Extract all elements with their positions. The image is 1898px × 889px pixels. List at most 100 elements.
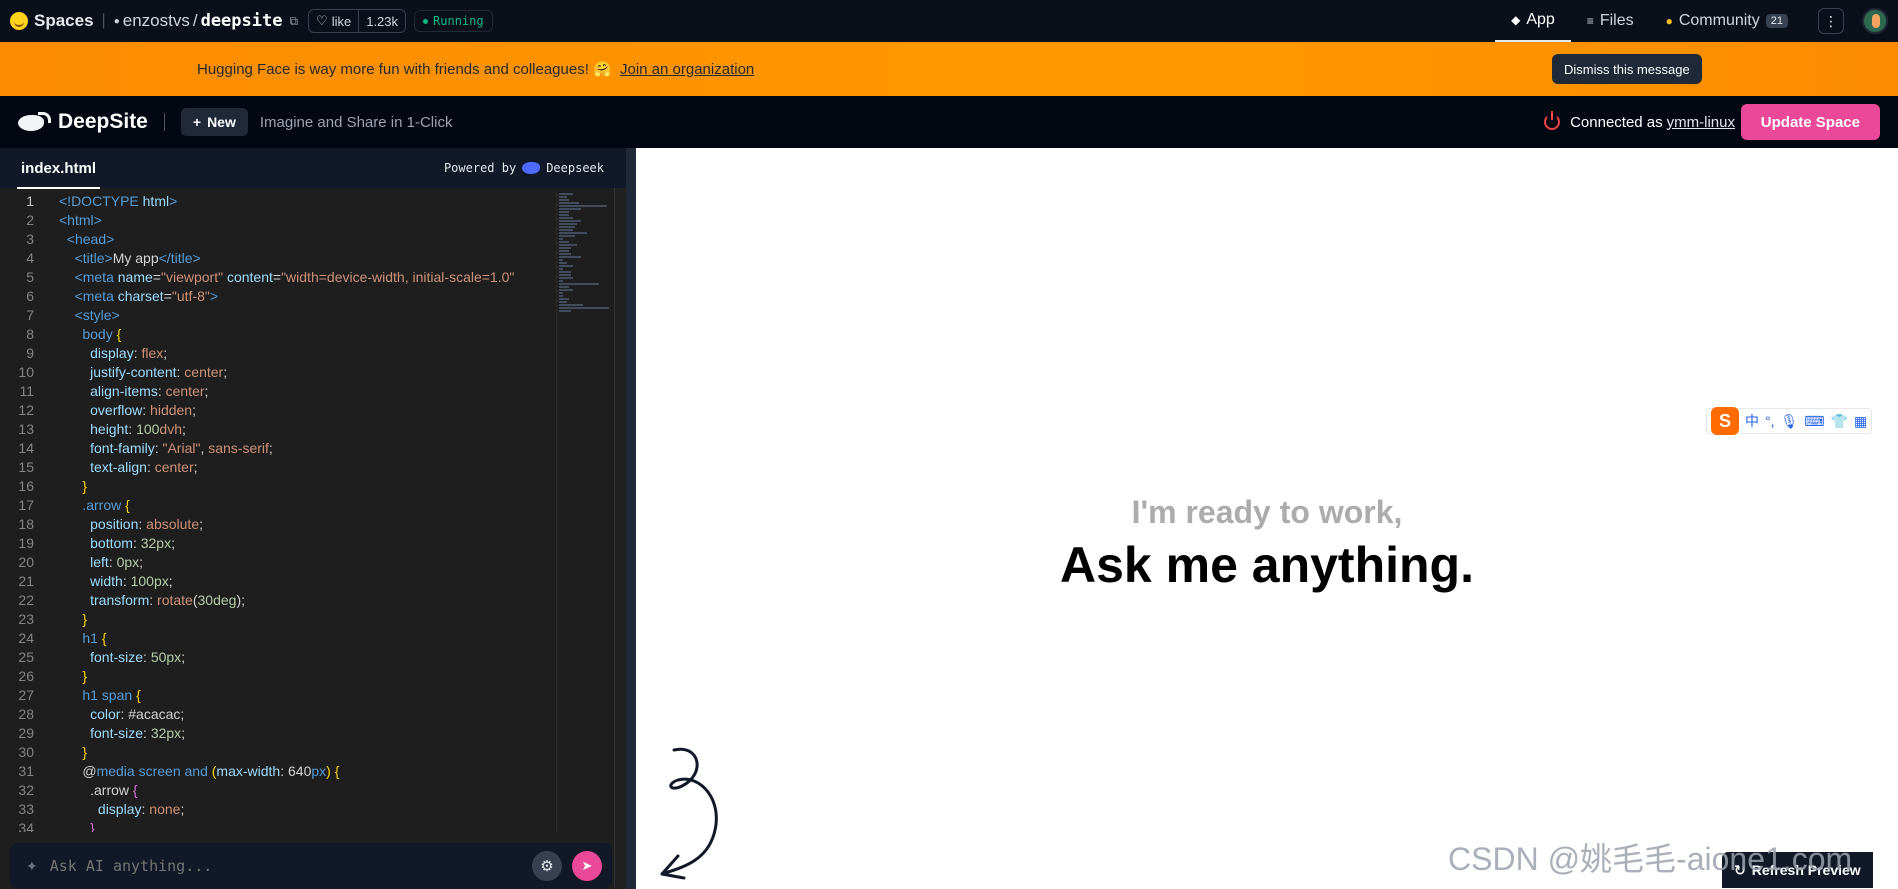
deepsite-logo[interactable]: DeepSite bbox=[16, 110, 148, 134]
editor-scrollbar[interactable] bbox=[614, 188, 626, 889]
keyboard-icon[interactable]: ⌨ bbox=[1804, 413, 1824, 430]
code-minimap[interactable] bbox=[556, 192, 612, 832]
line-number: 12 bbox=[18, 402, 34, 418]
repo-owner[interactable]: enzostvs bbox=[123, 11, 190, 31]
ime-toolbar[interactable]: S 中 °, 🎙 ⌨ 👕 ▦ bbox=[1706, 407, 1873, 435]
line-number: 22 bbox=[18, 592, 34, 608]
powered-by-label: Powered by bbox=[443, 161, 517, 175]
editor-tab-bar: index.html Powered by Deepseek bbox=[0, 148, 626, 189]
line-number: 5 bbox=[26, 269, 34, 285]
status-label: Running bbox=[433, 14, 484, 28]
username-link[interactable]: ymm-linux bbox=[1667, 114, 1735, 131]
path-separator: / bbox=[192, 11, 198, 30]
community-count-badge: 21 bbox=[1765, 14, 1788, 28]
tab-files[interactable]: ≡ Files bbox=[1571, 0, 1650, 42]
line-number: 19 bbox=[18, 535, 34, 551]
plus-icon: + bbox=[192, 114, 202, 130]
line-number: 21 bbox=[18, 573, 34, 589]
line-number: 3 bbox=[26, 231, 34, 247]
banner-message: Hugging Face is way more fun with friend… bbox=[197, 61, 612, 78]
like-button[interactable]: ♡ like 1.23k bbox=[308, 9, 407, 33]
tab-community[interactable]: ● Community 21 bbox=[1650, 0, 1804, 42]
copy-icon[interactable]: ⧉ bbox=[289, 14, 298, 29]
owner-avatar-icon: ● bbox=[113, 15, 120, 27]
ask-ai-bar: ✦ ⚙ ➤ bbox=[10, 843, 612, 889]
new-label: New bbox=[207, 114, 236, 130]
update-space-button[interactable]: Update Space bbox=[1740, 104, 1880, 140]
line-number: 4 bbox=[26, 250, 34, 266]
ime-language[interactable]: 中 bbox=[1745, 411, 1759, 431]
tab-community-label: Community bbox=[1678, 12, 1760, 29]
powered-by: Powered by Deepseek bbox=[444, 161, 604, 175]
like-part[interactable]: ♡ like bbox=[309, 10, 358, 32]
line-number: 27 bbox=[18, 687, 34, 703]
heart-icon: ♡ bbox=[316, 13, 328, 28]
line-number: 2 bbox=[26, 212, 34, 228]
skin-icon[interactable]: 👕 bbox=[1831, 413, 1848, 430]
line-number: 26 bbox=[18, 668, 34, 684]
sogou-logo-icon: S bbox=[1711, 407, 1739, 435]
line-number: 17 bbox=[18, 497, 34, 513]
tagline: Imagine and Share in 1-Click bbox=[259, 113, 453, 131]
more-options-button[interactable]: ⋮ bbox=[1818, 8, 1844, 34]
status-badge: Running bbox=[414, 10, 493, 32]
panel-resizer[interactable] bbox=[626, 148, 636, 889]
powered-brand: Deepseek bbox=[546, 161, 604, 175]
punctuation-icon[interactable]: °, bbox=[1765, 413, 1775, 429]
line-number: 18 bbox=[18, 516, 34, 532]
csdn-watermark: CSDN @姚毛毛-aione1.com bbox=[1448, 841, 1853, 877]
tab-app[interactable]: ◆ App bbox=[1495, 0, 1571, 42]
code-area[interactable]: 1 <!DOCTYPE html> 2 <html> 3 <head> 4 <tit… bbox=[0, 192, 548, 832]
line-number: 30 bbox=[18, 744, 34, 760]
line-number: 7 bbox=[26, 307, 34, 323]
line-number: 31 bbox=[18, 763, 34, 779]
line-number: 13 bbox=[18, 421, 34, 437]
deepseek-logo-icon bbox=[522, 162, 541, 174]
line-number: 25 bbox=[18, 649, 34, 665]
repo-name[interactable]: deepsite bbox=[201, 11, 283, 31]
repo-breadcrumb: ● enzostvs / deepsite ⧉ bbox=[114, 11, 298, 31]
power-icon[interactable] bbox=[1544, 111, 1561, 130]
ask-ai-input[interactable] bbox=[49, 857, 510, 875]
microphone-icon[interactable]: 🎙 bbox=[1781, 413, 1799, 430]
new-button[interactable]: + New bbox=[180, 108, 248, 136]
tab-files-label: Files bbox=[1599, 12, 1634, 29]
user-avatar[interactable] bbox=[1862, 8, 1888, 34]
like-count: 1.23k bbox=[358, 10, 405, 32]
community-icon: ● bbox=[1665, 14, 1673, 28]
line-number: 9 bbox=[26, 345, 34, 361]
dismiss-button[interactable]: Dismiss this message bbox=[1552, 54, 1702, 84]
divider: | bbox=[101, 12, 106, 29]
line-number: 23 bbox=[18, 611, 34, 627]
spaces-link[interactable]: Spaces bbox=[10, 11, 94, 31]
deepsite-header: DeepSite + New Imagine and Share in 1-Cl… bbox=[0, 96, 1898, 148]
line-number: 15 bbox=[18, 459, 34, 475]
files-icon: ≡ bbox=[1586, 14, 1594, 28]
line-number: 33 bbox=[18, 801, 34, 817]
send-icon[interactable]: ➤ bbox=[572, 851, 602, 881]
like-label: like bbox=[331, 13, 352, 29]
line-number: 1 bbox=[26, 193, 34, 209]
apps-grid-icon[interactable]: ▦ bbox=[1854, 413, 1867, 430]
line-number: 24 bbox=[18, 630, 34, 646]
tab-app-label: App bbox=[1526, 11, 1555, 28]
line-number: 29 bbox=[18, 725, 34, 741]
line-number: 34 bbox=[18, 820, 34, 832]
join-organization-link[interactable]: Join an organization bbox=[620, 61, 754, 78]
status-dot-icon bbox=[423, 18, 429, 24]
code-editor: index.html Powered by Deepseek 1 <!DOCTYP… bbox=[0, 148, 626, 889]
hugging-face-logo-icon bbox=[10, 12, 28, 30]
sparkles-icon: ✦ bbox=[26, 857, 38, 874]
spaces-label: Spaces bbox=[34, 11, 94, 30]
whale-logo-icon bbox=[16, 110, 51, 134]
space-nav: ◆ App ≡ Files ● Community 21 ⋮ bbox=[1495, 0, 1898, 42]
file-tab[interactable]: index.html bbox=[16, 160, 101, 189]
line-number: 10 bbox=[18, 364, 34, 380]
settings-gear-icon[interactable]: ⚙ bbox=[532, 851, 562, 881]
line-number: 32 bbox=[18, 782, 34, 798]
line-number: 20 bbox=[18, 554, 34, 570]
app-icon: ◆ bbox=[1511, 13, 1521, 27]
org-banner: Hugging Face is way more fun with friend… bbox=[0, 42, 1898, 96]
preview-headline: Ask me anything. bbox=[1060, 537, 1474, 593]
line-number: 11 bbox=[19, 383, 34, 399]
